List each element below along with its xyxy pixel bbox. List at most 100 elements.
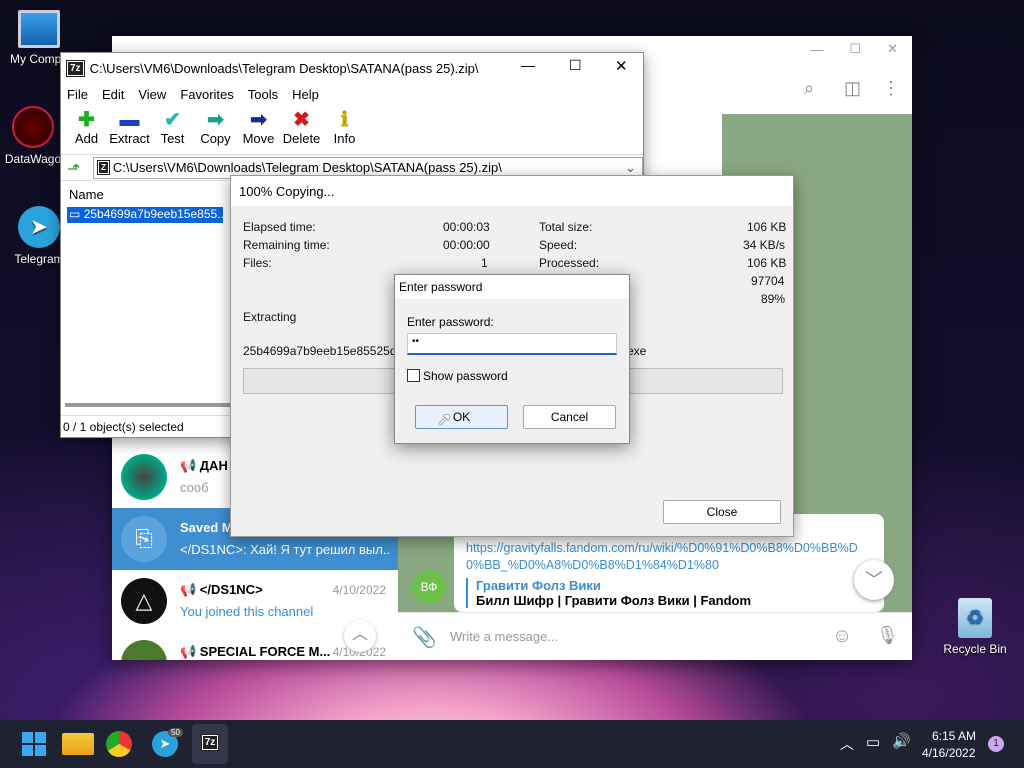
desktop-icon-label: DataWago [4,152,62,166]
close-icon[interactable]: ✕ [887,41,898,57]
sevenzip-taskbar-icon[interactable]: 7z [192,724,228,764]
avatar [121,454,167,500]
taskbar: ➤ 50 7z ︿ ▭ 🔊 6:15 AM 4/16/2022 1 [0,720,1024,768]
add-button[interactable]: ✚ Add [65,105,108,154]
arrow-move-icon: ➡ [250,109,267,131]
column-header-name[interactable]: Name [69,187,104,202]
file-row[interactable]: ▭ 25b4699a7b9eeb15e855... [67,207,223,223]
avatar [121,640,167,660]
file-name: 25b4699a7b9eeb15e855... [83,207,223,221]
menu-view[interactable]: View [138,87,166,102]
chevron-up-icon[interactable]: ︿ [840,734,854,754]
minus-icon: ▬ [119,109,140,131]
password-dialog-title: Enter password [395,275,629,299]
menu-favorites[interactable]: Favorites [180,87,233,102]
mouse-cursor-icon: ➚ [437,409,453,429]
show-password-checkbox[interactable] [407,369,420,382]
total-label: Total size: [539,220,593,234]
chrome-icon[interactable] [106,731,132,757]
processed-value: 106 KB [747,256,787,270]
toolbar: ✚ Add ▬ Extract ✔ Test ➡ Copy ➡ Move ✖ Delete … [61,105,643,155]
test-button[interactable]: ✔ Test [151,105,194,154]
sevenzip-logo-icon: 7z [66,59,85,77]
menu-tools[interactable]: Tools [248,87,278,102]
move-button[interactable]: ➡ Move [237,105,280,154]
chat-name: Saved M [180,520,233,535]
password-input[interactable]: •• [407,333,617,355]
elapsed-label: Elapsed time: [243,220,316,234]
show-password-label: Show password [423,369,508,383]
file-icon: ▭ [69,207,81,221]
message-input[interactable]: Write a message... [450,629,558,644]
remaining-label: Remaining time: [243,238,330,252]
status-text: 0 / 1 object(s) selected [63,420,184,434]
menu-help[interactable]: Help [292,87,319,102]
desktop-icon-label: Telegram [14,252,64,266]
notification-badge[interactable]: 1 [988,736,1004,752]
chat-name: 📢 </DS1NC> [180,582,263,597]
chat-name: 📢 ДАН [180,458,228,473]
plus-icon: ✚ [78,109,95,131]
maximize-icon[interactable]: ☐ [569,57,582,74]
delete-button[interactable]: ✖ Delete [280,105,323,154]
password-dialog: Enter password Enter password: •• Show p… [394,274,630,444]
arrow-copy-icon: ➡ [207,109,224,131]
archive-icon: Z [97,160,110,175]
menu-bar: File Edit View Favorites Tools Help [61,83,643,105]
minimize-icon[interactable]: — [521,57,535,73]
recycle-bin-icon: ♻ [958,598,992,638]
ok-button[interactable]: OK [415,405,508,429]
scroll-down-icon[interactable]: ﹀ [854,560,894,600]
chevron-down-icon[interactable]: ⌄ [625,160,636,176]
telegram-badge: 50 [168,728,183,737]
close-button[interactable]: Close [663,500,781,524]
extracting-label: Extracting [243,310,297,324]
more-icon[interactable]: ⋮ [882,78,900,99]
percent-value: 89% [761,292,786,306]
extract-button[interactable]: ▬ Extract [108,105,151,154]
cancel-button[interactable]: Cancel [523,405,616,429]
search-icon[interactable]: ⌕ [804,78,814,99]
total-value: 106 KB [747,220,787,234]
ratio-value: 97704 [751,274,785,288]
clock-time[interactable]: 6:15 AM [932,729,976,743]
menu-file[interactable]: File [67,87,88,102]
desktop-icon-recycle-bin[interactable]: ♻ Recycle Bin [936,598,1014,656]
copy-button[interactable]: ➡ Copy [194,105,237,154]
check-icon: ✔ [164,109,181,131]
message-input-bar: 📎 Write a message... ☺ 🎙 [398,612,912,660]
info-icon: ℹ [340,109,349,131]
chat-preview: </DS1NC>: Хай! Я тут решил выл... [180,542,390,557]
desktop-icon-label: Recycle Bin [943,642,1007,656]
minimize-icon[interactable]: — [810,42,823,57]
info-button[interactable]: ℹ Info [323,105,366,154]
maximize-icon[interactable]: ☐ [849,41,861,57]
emoji-icon[interactable]: ☺ [832,625,852,648]
microphone-icon[interactable]: 🎙 [876,625,899,646]
attach-icon[interactable]: 📎 [412,625,437,650]
up-folder-icon[interactable]: ⬏ [67,159,80,179]
close-icon[interactable]: ✕ [615,57,628,75]
current-file: 25b4699a7b9eeb15e85525d843 [243,344,417,358]
chat-preview: You joined this channel [180,604,314,619]
clock-date[interactable]: 4/16/2022 [922,746,975,760]
start-windows-icon[interactable] [18,728,50,760]
file-explorer-icon[interactable] [62,733,94,755]
scroll-up-icon[interactable]: ︿ [344,620,376,652]
speed-value: 34 KB/s [743,238,786,252]
sidebar-toggle-icon[interactable]: ◫ [844,78,861,99]
message-link[interactable]: https://gravityfalls.fandom.com/ru/wiki/… [466,540,866,574]
files-label: Files: [243,256,272,270]
telegram-icon: ➤ [18,206,60,248]
volume-icon[interactable]: 🔊 [892,732,911,750]
horizontal-scrollbar[interactable] [65,403,231,407]
address-text: C:\Users\VM6\Downloads\Telegram Desktop\… [112,160,502,175]
delete-x-icon: ✖ [293,109,310,131]
password-label: Enter password: [407,315,494,329]
window-title: C:\Users\VM6\Downloads\Telegram Desktop\… [89,60,479,76]
speed-label: Speed: [539,238,578,252]
remaining-value: 00:00:00 [443,238,490,252]
network-icon[interactable]: ▭ [866,733,880,751]
sevenzip-titlebar: 7z C:\Users\VM6\Downloads\Telegram Deskt… [61,53,643,83]
menu-edit[interactable]: Edit [102,87,124,102]
